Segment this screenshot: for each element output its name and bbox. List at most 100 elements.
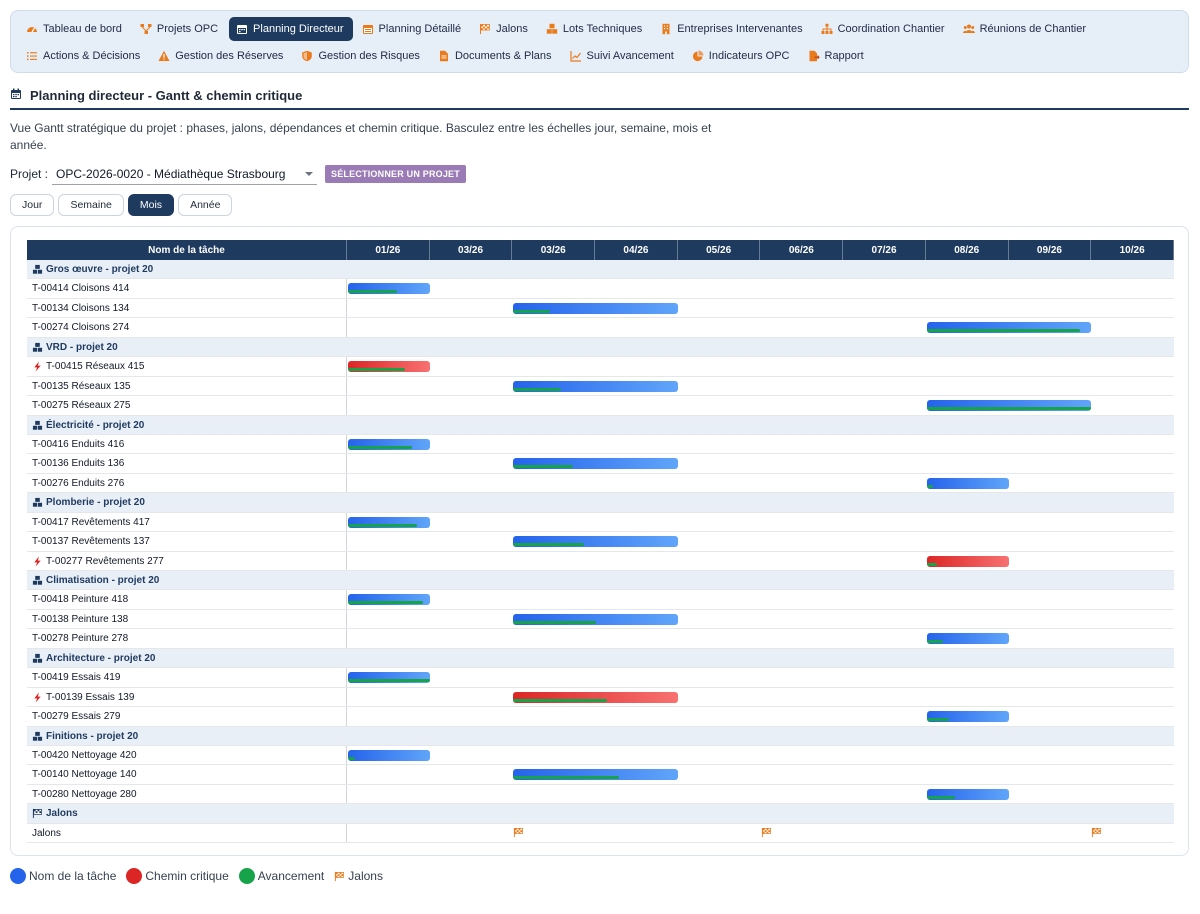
gantt-bar[interactable] <box>513 769 678 781</box>
gantt-bar-critical[interactable] <box>926 555 1009 567</box>
legend: Nom de la tâche Chemin critique Avancement… <box>10 868 383 884</box>
gantt-task-label: T-00278 Peinture 278 <box>32 633 129 645</box>
select-project-button[interactable]: SÉLECTIONNER UN PROJET <box>325 165 466 183</box>
nav-item-suivi-avancement[interactable]: Suivi Avancement <box>563 44 683 68</box>
gantt-bar-progress <box>513 465 573 469</box>
milestone-flag-icon[interactable] <box>1091 827 1102 838</box>
gantt-bar[interactable] <box>926 477 1009 489</box>
nav-item-lots-techniques[interactable]: Lots Techniques <box>539 17 651 41</box>
gantt-task-row[interactable]: T-00277 Revêtements 277 <box>27 551 1174 572</box>
nav-item-planning-detaille[interactable]: Planning Détaillé <box>355 17 471 41</box>
gantt-task-row[interactable]: T-00416 Enduits 416 <box>27 434 1174 455</box>
gantt-task-row[interactable]: T-00274 Cloisons 274 <box>27 318 1174 338</box>
gantt-task-row[interactable]: T-00279 Essais 279 <box>27 707 1174 727</box>
gantt-group-row: Électricité - projet 20 <box>27 415 1174 435</box>
gantt-bar[interactable] <box>348 438 430 450</box>
gantt-bar[interactable] <box>348 750 430 761</box>
gantt-group-row: Architecture - projet 20 <box>27 648 1174 669</box>
gantt-task-name: T-00134 Cloisons 134 <box>32 299 129 318</box>
gantt-bar-progress <box>348 523 417 527</box>
nav-item-planning-directeur[interactable]: Planning Directeur <box>229 17 353 41</box>
gantt-task-label: Jalons <box>32 827 61 839</box>
gantt-task-row[interactable]: T-00135 Réseaux 135 <box>27 376 1174 397</box>
gantt-group-row: VRD - projet 20 <box>27 337 1174 358</box>
scale-button-mois[interactable]: Mois <box>127 194 175 216</box>
milestone-flag-icon[interactable] <box>761 827 772 838</box>
nav-item-reunions-de-chantier[interactable]: Réunions de Chantier <box>956 17 1095 41</box>
gantt-bar[interactable] <box>513 613 678 625</box>
scale-button-jour[interactable]: Jour <box>10 194 55 216</box>
gantt-group-row: Climatisation - projet 20 <box>27 571 1174 591</box>
gantt-divider <box>346 279 347 298</box>
gantt-task-row[interactable]: T-00420 Nettoyage 420 <box>27 746 1174 766</box>
gantt-task-row[interactable]: Jalons <box>27 823 1174 844</box>
legend-label: Avancement <box>257 869 325 883</box>
gantt-bar[interactable] <box>926 322 1092 334</box>
gantt-bar[interactable] <box>926 788 1009 800</box>
gantt-task-row[interactable]: T-00419 Essais 419 <box>27 668 1174 688</box>
gantt-bar-progress <box>513 387 562 391</box>
nav-item-rapport[interactable]: Rapport <box>801 44 873 68</box>
gantt-bar[interactable] <box>513 302 678 314</box>
gantt-divider <box>346 434 347 454</box>
milestone-flag-icon[interactable] <box>513 827 524 838</box>
nav-item-entreprises-intervenantes[interactable]: Entreprises Intervenantes <box>653 17 811 41</box>
nav-item-tableau-de-bord[interactable]: Tableau de bord <box>19 17 131 41</box>
gantt-task-row[interactable]: T-00139 Essais 139 <box>27 687 1174 708</box>
gantt-bar-progress <box>926 640 944 644</box>
nav-item-label: Actions & Décisions <box>43 50 141 62</box>
gantt-bar[interactable] <box>348 516 430 528</box>
gantt-bar[interactable] <box>348 283 430 295</box>
project-select[interactable]: OPC-2026-0020 - Médiathèque Strasbourg <box>52 163 317 185</box>
gantt-bar[interactable] <box>513 458 678 470</box>
gantt-task-row[interactable]: T-00414 Cloisons 414 <box>27 279 1174 299</box>
cubes-icon <box>32 731 43 742</box>
gantt-task-label: T-00139 Essais 139 <box>46 691 135 703</box>
gantt-task-row[interactable]: T-00417 Revêtements 417 <box>27 512 1174 533</box>
gantt-task-name: T-00419 Essais 419 <box>32 668 120 687</box>
gantt-task-label: T-00276 Enduits 276 <box>32 477 125 489</box>
gantt-task-label: T-00137 Revêtements 137 <box>32 536 150 548</box>
building-icon <box>660 23 672 35</box>
gantt-bar[interactable] <box>926 400 1092 412</box>
nav-item-jalons[interactable]: Jalons <box>472 17 537 41</box>
cubes-icon <box>32 653 43 664</box>
nav-item-label: Coordination Chantier <box>837 23 945 35</box>
gantt-bar[interactable] <box>348 594 430 606</box>
nav-item-actions-decisions[interactable]: Actions & Décisions <box>19 44 149 68</box>
gantt-task-row[interactable]: T-00137 Revêtements 137 <box>27 532 1174 552</box>
gantt-task-name: T-00278 Peinture 278 <box>32 629 128 648</box>
gantt-task-name: Jalons <box>32 824 61 843</box>
gantt-task-row[interactable]: T-00418 Peinture 418 <box>27 590 1174 610</box>
nav-item-gestion-des-reserves[interactable]: Gestion des Réserves <box>151 44 292 68</box>
gantt-bar-critical[interactable] <box>513 691 678 703</box>
nav-item-coordination-chantier[interactable]: Coordination Chantier <box>814 17 954 41</box>
gantt-task-row[interactable]: T-00276 Enduits 276 <box>27 473 1174 494</box>
gantt-bar-critical[interactable] <box>348 361 430 373</box>
legend-item: Jalons <box>334 869 383 883</box>
sitemap-icon <box>140 23 152 35</box>
nav-item-documents-plans[interactable]: Documents & Plans <box>431 44 561 68</box>
nav-item-gestion-des-risques[interactable]: Gestion des Risques <box>294 44 429 68</box>
legend-item: Chemin critique <box>126 868 229 884</box>
gantt-bar[interactable] <box>513 536 678 548</box>
scale-button-annee[interactable]: Année <box>178 194 233 216</box>
nav-item-projets-opc[interactable]: Projets OPC <box>133 17 227 41</box>
gantt-task-row[interactable]: T-00134 Cloisons 134 <box>27 298 1174 319</box>
cubes-icon <box>32 420 43 431</box>
nav-row-2: Actions & Décisions Gestion des Réserves G… <box>19 44 875 68</box>
gantt-task-row[interactable]: T-00140 Nettoyage 140 <box>27 765 1174 785</box>
gantt-bar[interactable] <box>926 633 1009 645</box>
cubes-icon <box>32 575 43 586</box>
gantt-task-row[interactable]: T-00278 Peinture 278 <box>27 629 1174 649</box>
nav-item-indicateurs-opc[interactable]: Indicateurs OPC <box>685 44 799 68</box>
gantt-bar[interactable] <box>926 711 1009 723</box>
gantt-task-row[interactable]: T-00136 Enduits 136 <box>27 454 1174 474</box>
gantt-task-row[interactable]: T-00415 Réseaux 415 <box>27 357 1174 377</box>
gantt-bar[interactable] <box>513 380 678 392</box>
scale-button-semaine[interactable]: Semaine <box>58 194 124 216</box>
gantt-task-row[interactable]: T-00280 Nettoyage 280 <box>27 784 1174 805</box>
gantt-task-row[interactable]: T-00138 Peinture 138 <box>27 609 1174 630</box>
gantt-task-row[interactable]: T-00275 Réseaux 275 <box>27 396 1174 416</box>
gantt-bar[interactable] <box>348 672 430 684</box>
